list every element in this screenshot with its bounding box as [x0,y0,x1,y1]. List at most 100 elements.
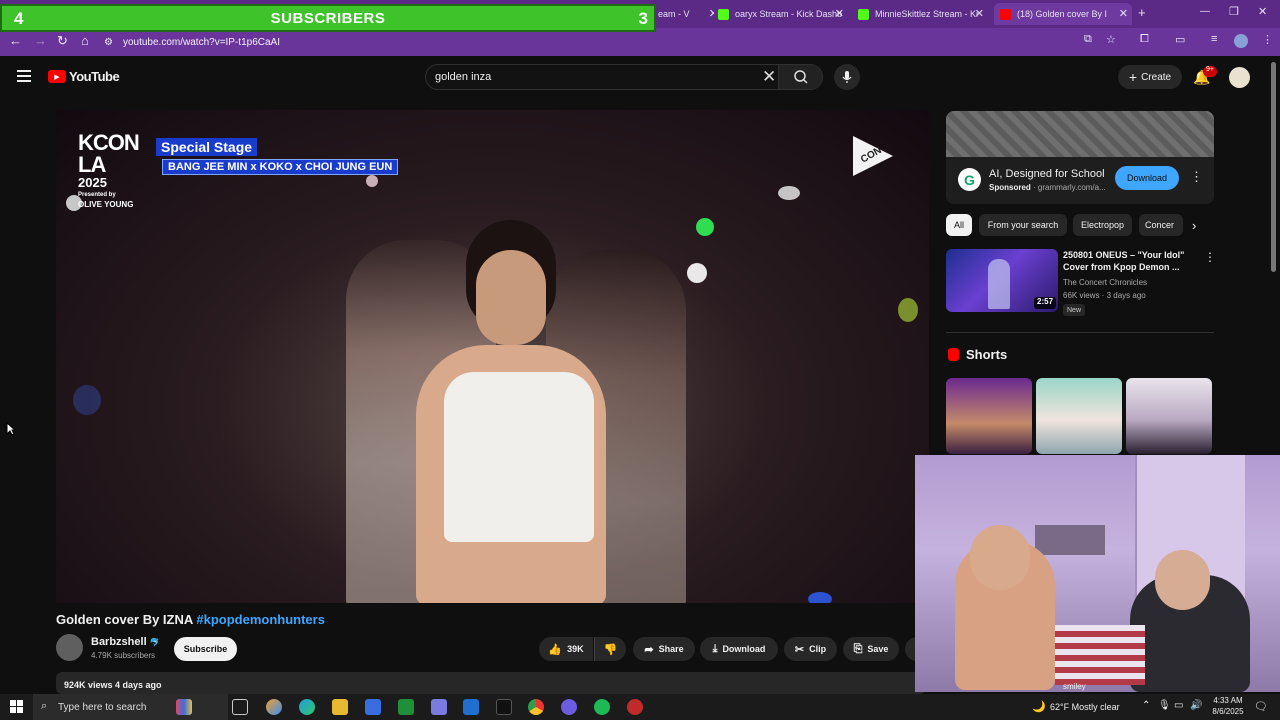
profile-avatar[interactable] [1234,34,1248,48]
chip-electropop[interactable]: Electropop [1073,214,1132,236]
share-button[interactable]: ➦ Share [633,637,695,661]
hamburger-menu-icon[interactable] [17,70,31,82]
sponsored-label: Sponsored [989,183,1031,192]
close-icon[interactable]: ✕ [975,7,984,20]
window-close-icon[interactable]: ✕ [1258,5,1267,18]
channel-avatar[interactable] [56,634,83,661]
notification-badge: 9+ [1203,66,1217,77]
stage-caption: Special Stage BANG JEE MIN x KOKO x CHOI… [156,138,399,175]
chip-all[interactable]: All [946,214,972,236]
stage-light [808,592,832,603]
favorite-star-icon[interactable]: ☆ [1106,33,1116,46]
close-icon[interactable]: ✕ [709,7,714,20]
dislike-button[interactable]: 👎 [594,637,626,661]
voice-search-button[interactable] [834,64,860,90]
video-title: Golden cover By IZNA #kpopdemonhunters [56,612,325,627]
clip-button[interactable]: ✂ Clip [784,637,837,661]
outlook-icon[interactable] [463,699,479,715]
ad-download-button[interactable]: Download [1115,166,1179,190]
url-field[interactable]: ⚙ youtube.com/watch?v=IP-t1p6CaAI [104,33,280,51]
discord-icon[interactable] [561,699,577,715]
volume-icon[interactable]: 🔊 [1190,700,1202,711]
search-button[interactable] [778,65,822,89]
tiktok-icon[interactable] [496,699,512,715]
browser-tab[interactable]: oaryx Stream - Kick Dashb ✕ [718,3,848,25]
webcam-caption: smiley [1063,682,1086,691]
video-player[interactable]: KCON LA 2025 Presented by OLIVE YOUNG Sp… [56,110,929,603]
weather-text[interactable]: 62°F Mostly clear [1050,702,1120,712]
channel-name[interactable]: Barbzshell 🐬 [91,636,160,648]
clear-search-icon[interactable]: ✕ [762,67,776,87]
close-icon[interactable]: ✕ [1119,7,1128,20]
restore-icon[interactable]: ❐ [1229,5,1239,18]
tray-chevron-icon[interactable]: ⌃ [1142,700,1150,711]
recommended-channel[interactable]: The Concert Chronicles [1063,278,1147,287]
search-box[interactable]: golden inza ✕ [425,64,823,90]
xbox-icon[interactable] [398,699,414,715]
forward-icon[interactable]: → [34,33,47,48]
browser-tab[interactable]: MinnieSkittlez Stream - Ki ✕ [858,3,988,25]
obs-icon[interactable] [627,699,643,715]
chips-next-icon[interactable]: › [1192,218,1196,233]
weather-icon: 🌙 [1032,701,1046,713]
chrome-icon[interactable] [528,699,544,715]
windows-start-icon[interactable] [10,700,24,714]
app-icon[interactable] [431,699,447,715]
browser-tab-active[interactable]: (18) Golden cover By I ✕ [994,3,1132,25]
close-icon[interactable]: ✕ [835,7,844,20]
performer-silhouette [988,259,1010,309]
taskbar-search-placeholder: Type here to search [58,701,147,713]
page-scrollbar[interactable] [1271,62,1276,272]
save-label: Save [867,644,889,654]
tab-label: oaryx Stream - Kick Dashb [735,9,843,19]
short-thumbnail[interactable] [1126,378,1212,454]
copilot-icon[interactable] [266,699,282,715]
file-explorer-icon[interactable] [332,699,348,715]
home-icon[interactable]: ⌂ [81,33,89,48]
more-menu-icon[interactable]: ⋮ [1262,33,1273,46]
clock-time[interactable]: 4:33 AM [1208,696,1248,705]
clock-date[interactable]: 8/6/2025 [1208,707,1248,716]
minimize-icon[interactable]: — [1200,6,1210,17]
short-thumbnail[interactable] [1036,378,1122,454]
ad-banner-image [946,111,1214,157]
hashtag-link[interactable]: #kpopdemonhunters [196,612,325,627]
reload-icon[interactable]: ↻ [57,33,68,49]
subscribe-button[interactable]: Subscribe [174,637,237,661]
search-input[interactable]: golden inza [435,71,491,83]
ad-more-icon[interactable]: ⋮ [1190,169,1203,185]
store-icon[interactable] [365,699,381,715]
account-avatar[interactable] [1229,67,1250,88]
browser-tab[interactable]: eam - V ✕ [658,3,714,25]
mic-tray-icon[interactable]: 🎙 [1158,700,1171,711]
recommended-video-title[interactable]: 250801 ONEUS – "Your Idol" Cover from Kp… [1063,249,1198,273]
like-button[interactable]: 👍 39K [539,637,593,661]
tab-label: MinnieSkittlez Stream - Ki [875,9,979,19]
sponsored-ad[interactable]: G AI, Designed for School Sponsored · gr… [946,111,1214,204]
taskbar-search[interactable]: ⌕ Type here to search [33,694,228,720]
youtube-logo[interactable]: ▶ YouTube [48,69,120,84]
task-view-icon[interactable] [232,699,248,715]
notifications-icon[interactable]: 🗨 [1254,700,1268,713]
sponsor-text: OLIVE YOUNG [78,200,134,209]
chip-concert[interactable]: Concer [1139,214,1183,236]
ad-headline: AI, Designed for School [989,168,1105,180]
site-info-icon[interactable]: ⚙ [104,37,113,48]
edge-icon[interactable] [299,699,315,715]
description-box[interactable]: 924K views 4 days ago [56,672,926,694]
collections-icon[interactable]: ≡ [1211,33,1217,45]
spotify-icon[interactable] [594,699,610,715]
extensions-icon[interactable]: ⧠ [1140,33,1149,46]
chip-from-your-search[interactable]: From your search [979,214,1067,236]
network-icon[interactable]: ▭ [1174,700,1183,711]
download-button[interactable]: ⤓ Download [700,637,778,661]
create-button[interactable]: + Create [1118,65,1182,89]
split-screen-icon[interactable]: ▭ [1175,33,1185,46]
youtube-play-icon: ▶ [48,70,66,83]
short-thumbnail[interactable] [946,378,1032,454]
new-tab-icon[interactable]: + [1138,5,1146,20]
back-icon[interactable]: ← [9,33,22,48]
video-more-icon[interactable]: ⋮ [1204,250,1216,264]
save-button[interactable]: ⎘ Save [843,637,899,661]
install-app-icon[interactable]: ⧉ [1084,33,1092,46]
